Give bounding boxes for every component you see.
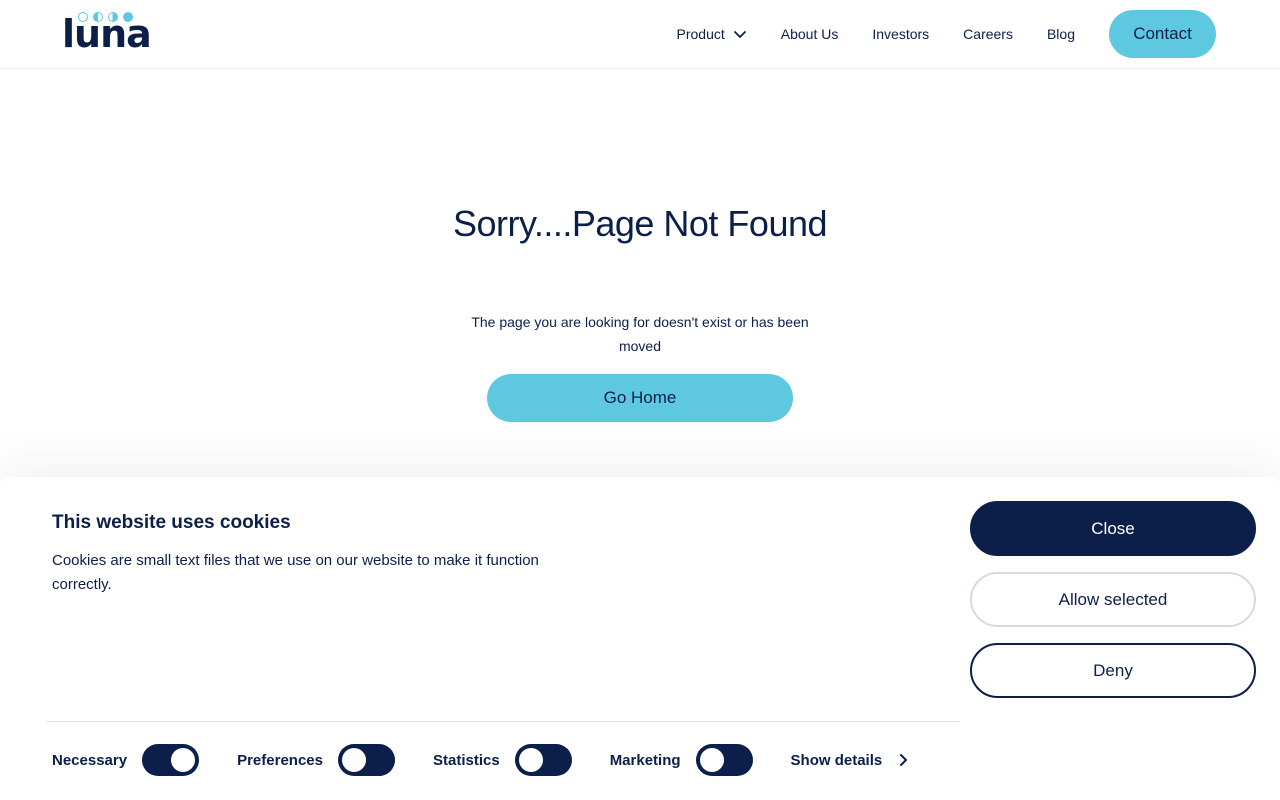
nav-investors[interactable]: Investors (872, 26, 929, 42)
toggle-knob (171, 748, 196, 772)
cookie-description: Cookies are small text files that we use… (52, 552, 539, 593)
allow-selected-button[interactable]: Allow selected (970, 572, 1256, 627)
toggle-knob (699, 748, 724, 772)
toggle-preferences-group: Preferences (237, 744, 395, 776)
deny-button[interactable]: Deny (970, 643, 1256, 698)
toggle-marketing-group: Marketing (610, 744, 753, 776)
nav-product[interactable]: Product (677, 26, 747, 42)
statistics-toggle[interactable] (514, 744, 572, 776)
toggle-necessary-group: Necessary (52, 744, 200, 776)
chevron-down-icon (733, 31, 746, 38)
close-button[interactable]: Close (970, 501, 1256, 556)
cookie-title: This website uses cookies (52, 512, 291, 533)
toggle-label: Necessary (52, 751, 128, 769)
show-details-label: Show details (790, 751, 883, 769)
toggle-label: Preferences (237, 751, 323, 769)
site-header: luna Product About Us Investors Careers … (0, 0, 1280, 69)
logo-text: luna (62, 12, 152, 56)
page-subtitle: The page you are looking for doesn't exi… (471, 314, 809, 354)
toggle-label: Statistics (432, 751, 500, 769)
consent-toggles: Necessary Preferences Statistics Marketi… (52, 744, 910, 776)
toggle-knob (341, 748, 366, 772)
toggle-label: Marketing (609, 751, 681, 769)
necessary-toggle[interactable] (142, 744, 200, 776)
page-title: Sorry....Page Not Found (452, 203, 828, 244)
nav-about-us[interactable]: About Us (781, 26, 839, 42)
luna-logo[interactable]: luna (62, 10, 152, 53)
contact-button[interactable]: Contact (1109, 10, 1216, 58)
chevron-right-icon (900, 754, 908, 766)
show-details-link[interactable]: Show details (791, 752, 911, 769)
toggle-knob (518, 748, 543, 772)
not-found-section: Sorry....Page Not Found The page you are… (0, 69, 1280, 479)
go-home-button[interactable]: Go Home (487, 374, 793, 422)
marketing-toggle[interactable] (695, 744, 753, 776)
divider (47, 721, 959, 722)
nav-blog[interactable]: Blog (1047, 26, 1075, 42)
nav-product-label: Product (676, 26, 725, 42)
preferences-toggle[interactable] (337, 744, 395, 776)
toggle-statistics-group: Statistics (433, 744, 572, 776)
cookie-banner: This website uses cookies Cookies are sm… (0, 477, 1280, 800)
nav-careers[interactable]: Careers (963, 26, 1013, 42)
main-nav: Product About Us Investors Careers Blog … (677, 10, 1216, 58)
